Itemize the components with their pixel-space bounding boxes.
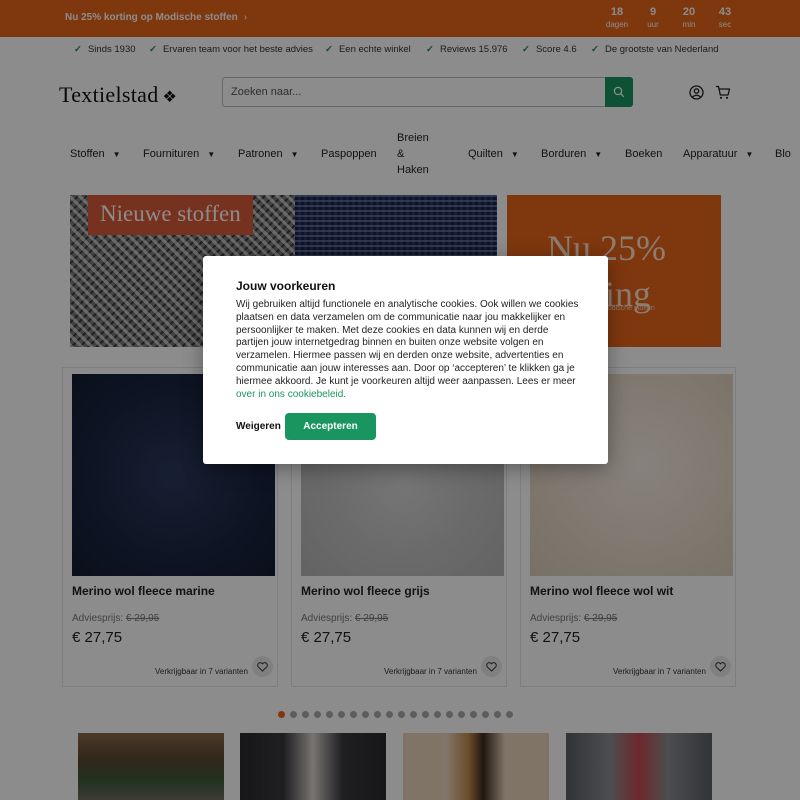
cookie-policy-link[interactable]: over in ons cookiebeleid. <box>236 389 346 400</box>
cookie-dialog: Jouw voorkeuren Wij gebruiken altijd fun… <box>203 256 608 464</box>
cookie-dialog-body: Wij gebruiken altijd functionele en anal… <box>236 299 579 400</box>
refuse-button[interactable]: Weigeren <box>236 421 281 432</box>
accept-button[interactable]: Accepteren <box>285 413 376 440</box>
cookie-dialog-title: Jouw voorkeuren <box>236 279 336 293</box>
